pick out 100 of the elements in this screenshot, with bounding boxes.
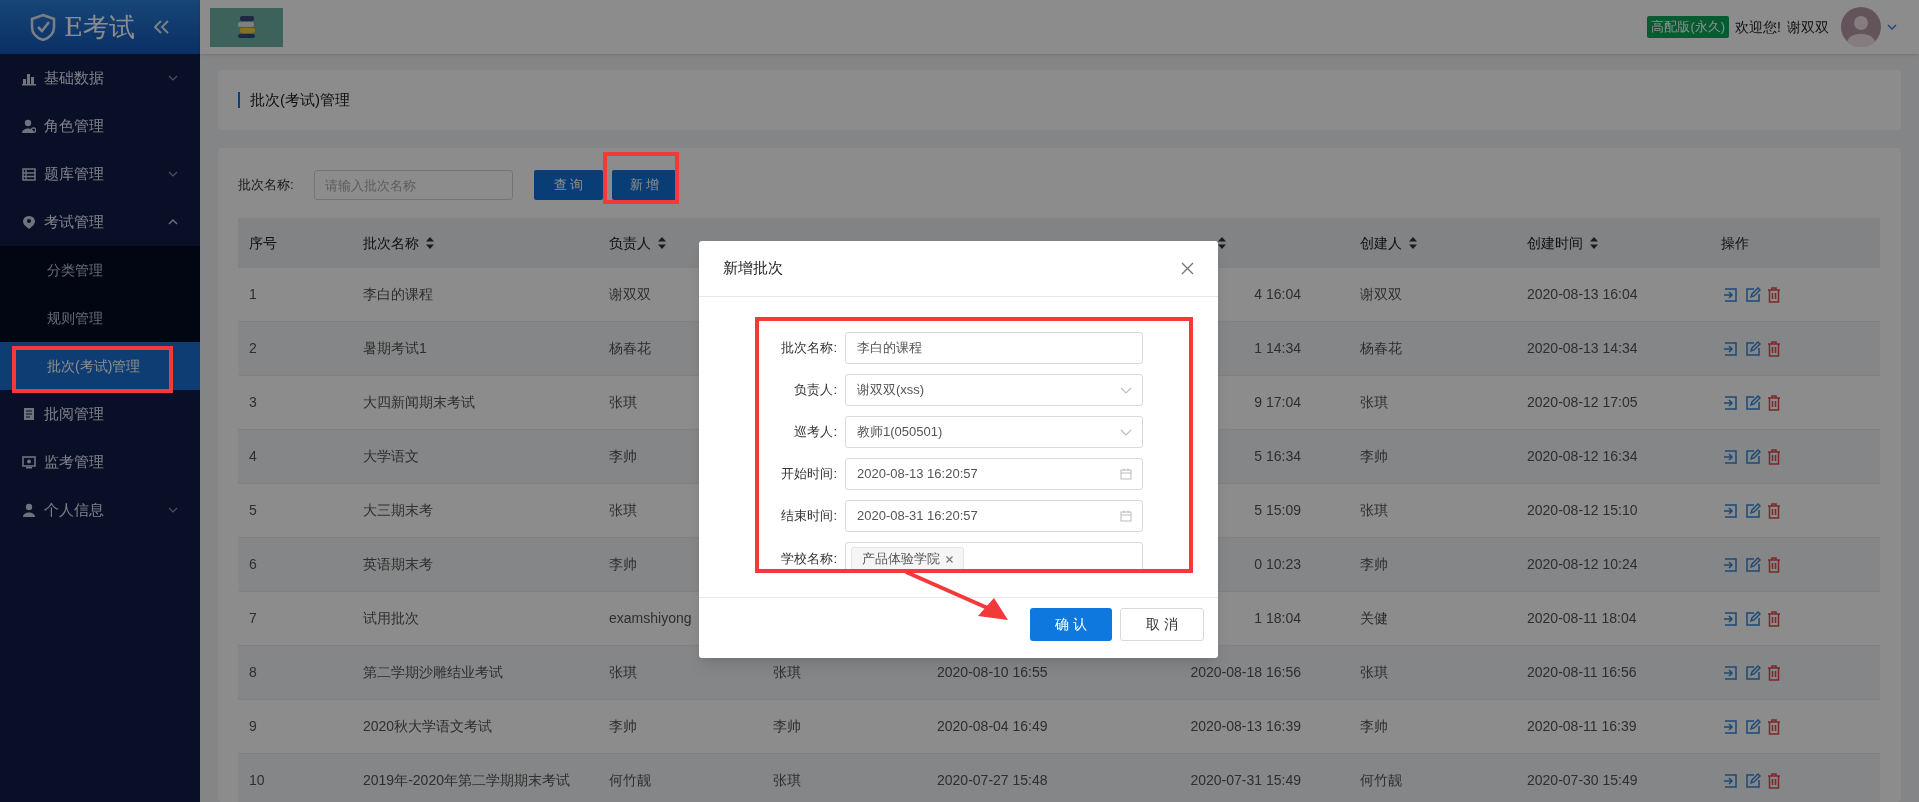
user-icon [22,118,36,134]
remove-icon[interactable] [946,555,953,563]
select-field[interactable]: 教师1(050501) [845,416,1143,448]
chevron-down-icon[interactable] [1887,24,1897,30]
sidebar-item[interactable]: 批阅管理 [0,390,200,438]
trash-icon[interactable] [1767,664,1781,681]
add-button[interactable]: 新 增 [612,170,677,200]
table-cell-text: 第二学期沙雕结业考试 [363,663,503,682]
edit-icon[interactable] [1745,772,1761,789]
sidebar-item[interactable]: 题库管理 [0,150,200,198]
table-cell-text: 张琪 [609,501,637,520]
query-button[interactable]: 查 询 [534,170,603,200]
edit-icon[interactable] [1745,664,1761,681]
table-cell-text: 5 16:34 [1254,447,1301,466]
edit-icon[interactable] [1745,718,1761,735]
date-field[interactable]: 2020-08-31 16:20:57 [845,500,1143,532]
table-cell-text: 2020-08-04 16:49 [937,717,1048,736]
trash-icon[interactable] [1767,772,1781,789]
text-field[interactable]: 李白的课程 [845,332,1143,364]
edit-icon[interactable] [1745,340,1761,357]
table-cell-text: 何竹靓 [609,771,651,790]
table-cell-text: 1 14:34 [1254,339,1301,358]
table-cell-text: 2020-08-11 18:04 [1527,609,1637,628]
exit-arrow-icon[interactable] [1723,340,1739,357]
exit-arrow-icon[interactable] [1723,718,1739,735]
table-cell-text: 2020-07-31 15:49 [1190,771,1301,790]
sidebar-item[interactable]: 考试管理 [0,198,200,246]
sort-icon[interactable] [1218,237,1226,249]
cancel-button[interactable]: 取 消 [1120,607,1204,641]
monitor-icon [22,454,36,470]
exit-arrow-icon[interactable] [1723,610,1739,627]
trash-icon[interactable] [1767,502,1781,519]
table-cell-text: 李帅 [1360,555,1388,574]
table-cell-text: 2020-08-13 16:39 [1190,717,1301,736]
column-header: 创建人 [1360,233,1402,253]
sidebar-item[interactable]: 个人信息 [0,486,200,534]
sort-icon[interactable] [1590,237,1598,249]
edit-icon[interactable] [1745,610,1761,627]
tags-field[interactable]: 产品体验学院 [845,542,1143,569]
table-cell-text: 2020秋大学语文考试 [363,717,493,736]
page-title: 批次(考试)管理 [250,89,350,110]
edit-icon[interactable] [1745,394,1761,411]
column-header: 序号 [249,233,277,253]
exit-arrow-icon[interactable] [1723,394,1739,411]
exit-arrow-icon[interactable] [1723,556,1739,573]
edit-icon[interactable] [1745,448,1761,465]
field-label: 批次名称: [780,339,837,358]
table-cell-text: 1 18:04 [1254,609,1301,628]
column-header: 创建时间 [1527,233,1583,253]
edit-icon[interactable] [1745,286,1761,303]
edit-icon[interactable] [1745,502,1761,519]
table-cell-text: 2020-08-13 16:04 [1527,285,1638,304]
table-cell-text: 9 [249,717,257,736]
exit-arrow-icon[interactable] [1723,664,1739,681]
edit-icon[interactable] [1745,556,1761,573]
close-icon[interactable] [1181,262,1194,275]
submenu-item[interactable]: 规则管理 [0,294,111,342]
trash-icon[interactable] [1767,556,1781,573]
trash-icon[interactable] [1767,718,1781,735]
table-cell-text: 英语期末考 [363,555,433,574]
trash-icon[interactable] [1767,394,1781,411]
exit-arrow-icon[interactable] [1723,448,1739,465]
sort-icon[interactable] [658,237,666,249]
date-field[interactable]: 2020-08-13 16:20:57 [845,458,1143,490]
map-pin-icon [22,214,36,230]
sidebar-item[interactable]: 监考管理 [0,438,200,486]
table-cell-text: 杨春花 [609,339,651,358]
table-cell-text: 李帅 [1360,717,1388,736]
field-label: 开始时间: [780,465,837,484]
table-cell-text: 2020-07-30 15:49 [1527,771,1638,790]
table-cell-text: 2020-08-12 15:10 [1527,501,1638,520]
confirm-button[interactable]: 确 认 [1030,607,1112,641]
table-cell-text: 9 17:04 [1254,393,1301,412]
trash-icon[interactable] [1767,340,1781,357]
table-cell-text: 2019年-2020年第二学期期末考试 [363,771,570,790]
trash-icon[interactable] [1767,448,1781,465]
tag: 产品体验学院 [851,547,964,569]
table-cell-text: 张琪 [773,663,801,682]
dialog-title: 新增批次 [723,258,783,279]
sort-icon[interactable] [426,237,434,249]
exit-arrow-icon[interactable] [1723,502,1739,519]
edition-badge: 高配版(永久) [1647,16,1730,38]
sidebar-item[interactable]: 基础数据 [0,54,200,102]
trash-icon[interactable] [1767,286,1781,303]
trash-icon[interactable] [1767,610,1781,627]
table-cell-text: 3 [249,393,257,412]
exit-arrow-icon[interactable] [1723,286,1739,303]
collapse-icon[interactable] [152,19,170,35]
sort-icon[interactable] [1409,237,1417,249]
document-icon [22,406,36,422]
table-cell-text: 李帅 [609,717,637,736]
table-cell-text: 张琪 [609,393,637,412]
select-field[interactable]: 谢双双(xss) [845,374,1143,406]
avatar[interactable] [1841,7,1881,47]
table-cell-text: 2 [249,339,257,358]
submenu-item[interactable]: 分类管理 [0,246,111,294]
table-cell-text: 1 [249,285,257,304]
exit-arrow-icon[interactable] [1723,772,1739,789]
table-cell-text: 张琪 [773,771,801,790]
sidebar-item[interactable]: 角色管理 [0,102,200,150]
